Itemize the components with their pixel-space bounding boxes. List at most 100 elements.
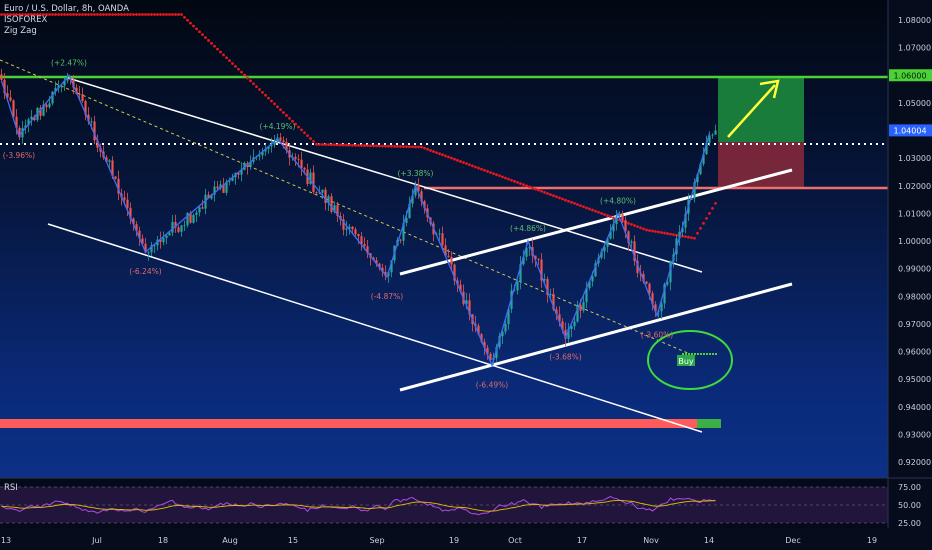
ma-dot [660,231,663,234]
zigzag-percent-label: (+4.19%) [260,122,296,131]
candle-body [399,239,402,241]
ma-dot [168,13,171,16]
ma-dot [138,13,141,16]
ma-dot [246,76,249,80]
ma-dot [423,146,426,150]
price-chart[interactable]: (-3.96%) (+2.47%) (-6.24%) (+4.19%) (-4.87%)… [0,0,932,550]
rsi-label[interactable]: RSI [4,483,18,493]
ma-dot [321,143,324,146]
ma-dot [315,142,318,146]
ma-dot [417,145,420,149]
ma-dot [228,59,231,63]
support-zone-end [697,419,721,428]
ma-dot [357,144,360,147]
price-tick-label: 1.02000 [898,182,931,191]
candle-body [303,167,306,170]
time-tick-label: Dec [785,536,800,545]
candle-body [168,232,171,236]
ma-dot [696,231,699,235]
ma-dot [669,232,672,236]
candle-body [573,321,576,327]
price-tick-label: 0.96000 [898,348,931,357]
ma-dot [579,204,582,208]
ma-dot [390,144,393,148]
ma-dot [429,148,432,152]
ma-dot [420,145,423,149]
ma-dot [543,190,546,194]
ma-dot [153,13,156,16]
ma-dot [309,137,312,140]
ma-dot [135,13,138,16]
ma-dot [576,203,579,206]
ma-dot [645,228,648,232]
ma-dot [339,143,342,147]
ma-dot [480,167,483,171]
candle-body [81,94,84,102]
ma-dot [282,111,285,114]
ma-dot [636,225,639,229]
ma-dot [474,165,477,169]
ma-dot [216,47,219,51]
ma-dot [549,193,552,196]
candle-body [165,235,168,239]
rising-channel-upper[interactable] [399,168,793,276]
candle-body [321,189,324,193]
channel-lower-line[interactable] [47,223,703,433]
price-tick-label: 1.08000 [898,16,931,25]
ma-dot [456,158,459,162]
candle-body [183,225,186,227]
ma-dot [459,160,462,163]
ma-dot [354,143,357,147]
price-tick-label: 0.95000 [898,375,931,384]
indicator-zigzag[interactable]: Zig Zag [4,26,37,36]
ma-dot [609,215,612,219]
time-tick-label: 18 [158,536,168,545]
time-tick-label: Jul [91,536,102,545]
ma-dot [648,229,651,232]
candle-body [714,130,717,135]
ma-dot [672,233,675,237]
candle-body [279,137,282,141]
ma-dot [366,144,369,148]
candle-body [579,304,582,311]
ma-dot [384,144,387,148]
candle-body [90,121,93,123]
ma-dot [573,202,576,205]
support-zone-bar [0,419,697,428]
candle-body [621,213,624,221]
ma-dot [399,145,402,148]
indicator-isoforex[interactable]: ISOFOREX [4,15,47,25]
candle-body [630,241,633,243]
time-tick-label: 14 [704,536,714,545]
candle-body [294,156,297,160]
price-tick-label: 1.01000 [898,209,931,218]
ma-dot [141,13,144,16]
ma-dot [393,144,396,148]
rising-channel-lower[interactable] [399,282,793,392]
ma-dot [567,199,570,203]
candle-body [354,229,357,234]
price-tick-label: 0.99000 [898,265,931,274]
ma-dot [537,188,540,192]
ma-dot [285,114,288,117]
ma-dot [585,206,588,210]
buy-label[interactable]: Buy [678,357,694,366]
zigzag-percent-label: (-3.96%) [3,151,35,160]
ma-dot [597,210,600,214]
ma-dot [468,163,471,167]
candle-body [171,221,174,233]
ma-dot [651,229,654,233]
ma-dot [234,65,237,68]
ma-dot [627,221,630,225]
price-tick-label: 1.05000 [898,99,931,108]
ma-dot [405,145,408,149]
candle-body [282,140,285,142]
ma-dot [558,196,561,200]
zigzag-percent-label: (-6.49%) [476,380,508,389]
ma-dot [237,67,240,71]
ma-dot [177,13,180,16]
ma-dot [327,143,330,147]
price-tick-label: 0.94000 [898,403,931,412]
ma-dot [702,221,705,225]
ma-dot [240,70,243,74]
